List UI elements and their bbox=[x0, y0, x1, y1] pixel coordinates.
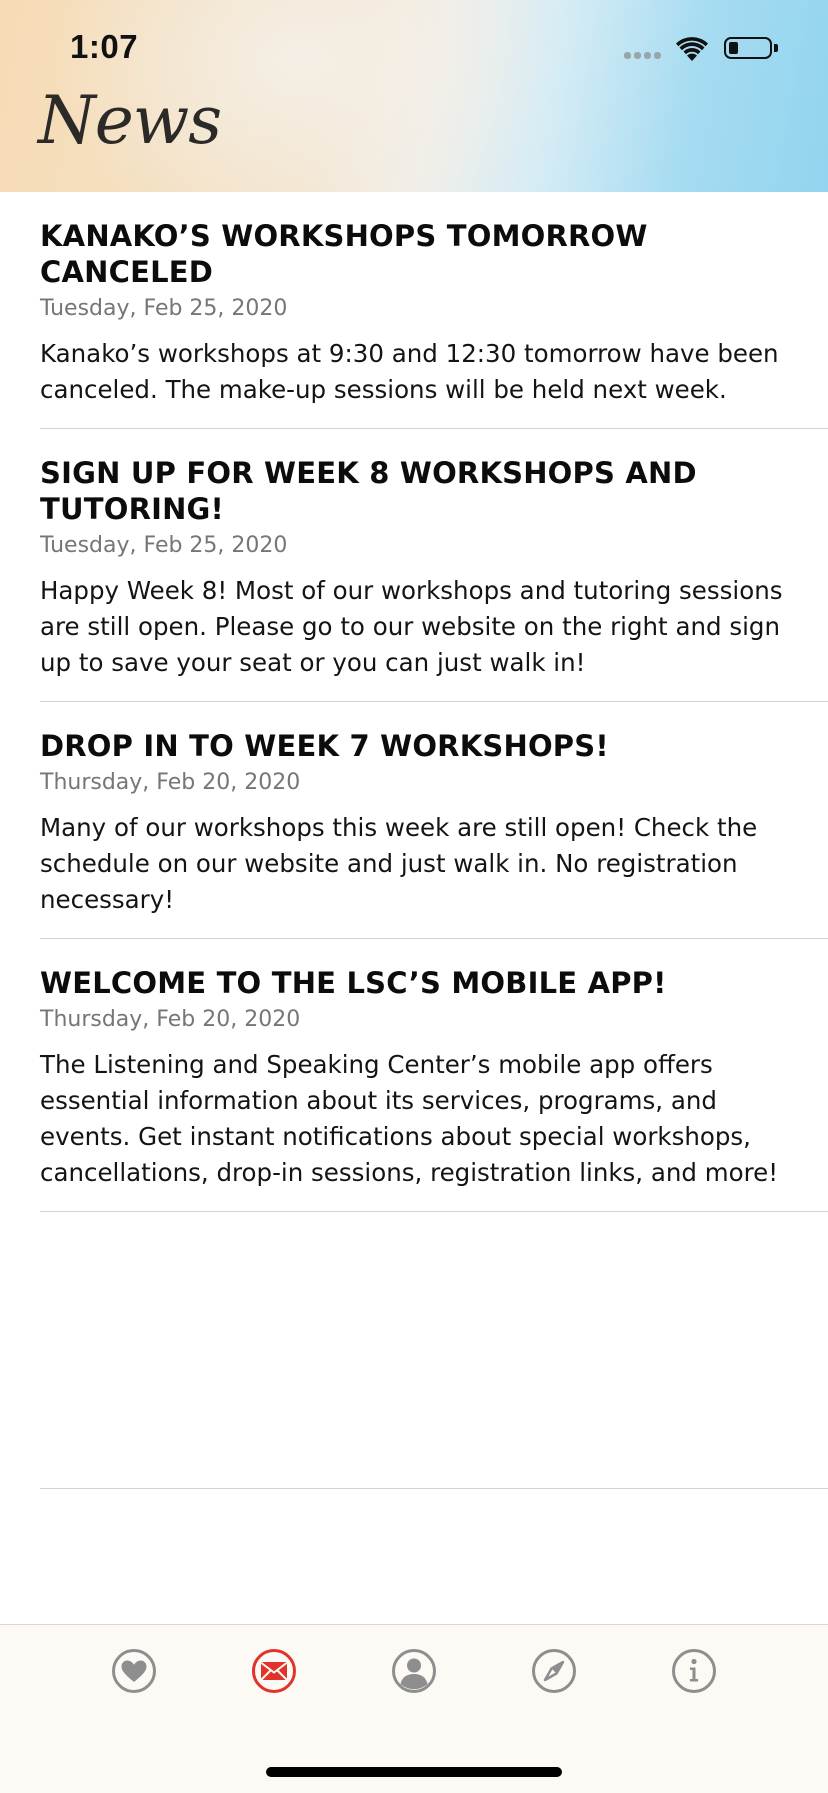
news-item[interactable]: WELCOME TO THE LSC’S MOBILE APP! Thursda… bbox=[40, 939, 828, 1212]
home-indicator[interactable] bbox=[266, 1767, 562, 1777]
tab-info[interactable] bbox=[670, 1647, 718, 1695]
news-item[interactable]: KANAKO’S WORKSHOPS TOMORROW CANCELED Tue… bbox=[40, 192, 828, 429]
news-date: Thursday, Feb 20, 2020 bbox=[40, 770, 301, 795]
wifi-icon bbox=[676, 36, 708, 62]
person-icon bbox=[392, 1649, 436, 1693]
heart-icon bbox=[112, 1649, 156, 1693]
news-body: Happy Week 8! Most of our workshops and … bbox=[40, 576, 783, 677]
status-icons bbox=[624, 34, 794, 64]
news-body: The Listening and Speaking Center’s mobi… bbox=[40, 1050, 779, 1187]
news-date: Tuesday, Feb 25, 2020 bbox=[40, 296, 288, 321]
news-date: Thursday, Feb 20, 2020 bbox=[40, 1007, 301, 1032]
news-list: KANAKO’S WORKSHOPS TOMORROW CANCELED Tue… bbox=[0, 192, 828, 1489]
battery-icon bbox=[724, 37, 772, 59]
header: 1:07 News bbox=[0, 0, 828, 192]
news-item[interactable]: SIGN UP FOR WEEK 8 WORKSHOPS AND TUTORIN… bbox=[40, 429, 828, 702]
news-title: DROP IN TO WEEK 7 WORKSHOPS! bbox=[40, 729, 609, 763]
status-time: 1:07 bbox=[70, 28, 139, 65]
page-title: News bbox=[38, 82, 222, 159]
empty-row bbox=[40, 1212, 828, 1489]
tab-news[interactable] bbox=[250, 1647, 298, 1695]
news-body: Kanako’s workshops at 9:30 and 12:30 tom… bbox=[40, 339, 779, 404]
compass-icon bbox=[532, 1649, 576, 1693]
tab-profile[interactable] bbox=[390, 1647, 438, 1695]
news-body: Many of our workshops this week are stil… bbox=[40, 813, 758, 914]
signal-icon bbox=[624, 52, 664, 60]
info-icon bbox=[672, 1649, 716, 1693]
tab-favorites[interactable] bbox=[110, 1647, 158, 1695]
tab-explore[interactable] bbox=[530, 1647, 578, 1695]
news-title: SIGN UP FOR WEEK 8 WORKSHOPS AND TUTORIN… bbox=[40, 456, 697, 526]
news-date: Tuesday, Feb 25, 2020 bbox=[40, 533, 288, 558]
news-title: KANAKO’S WORKSHOPS TOMORROW CANCELED bbox=[40, 219, 648, 289]
news-item[interactable]: DROP IN TO WEEK 7 WORKSHOPS! Thursday, F… bbox=[40, 702, 828, 939]
mail-icon bbox=[252, 1649, 296, 1693]
news-title: WELCOME TO THE LSC’S MOBILE APP! bbox=[40, 966, 667, 1000]
